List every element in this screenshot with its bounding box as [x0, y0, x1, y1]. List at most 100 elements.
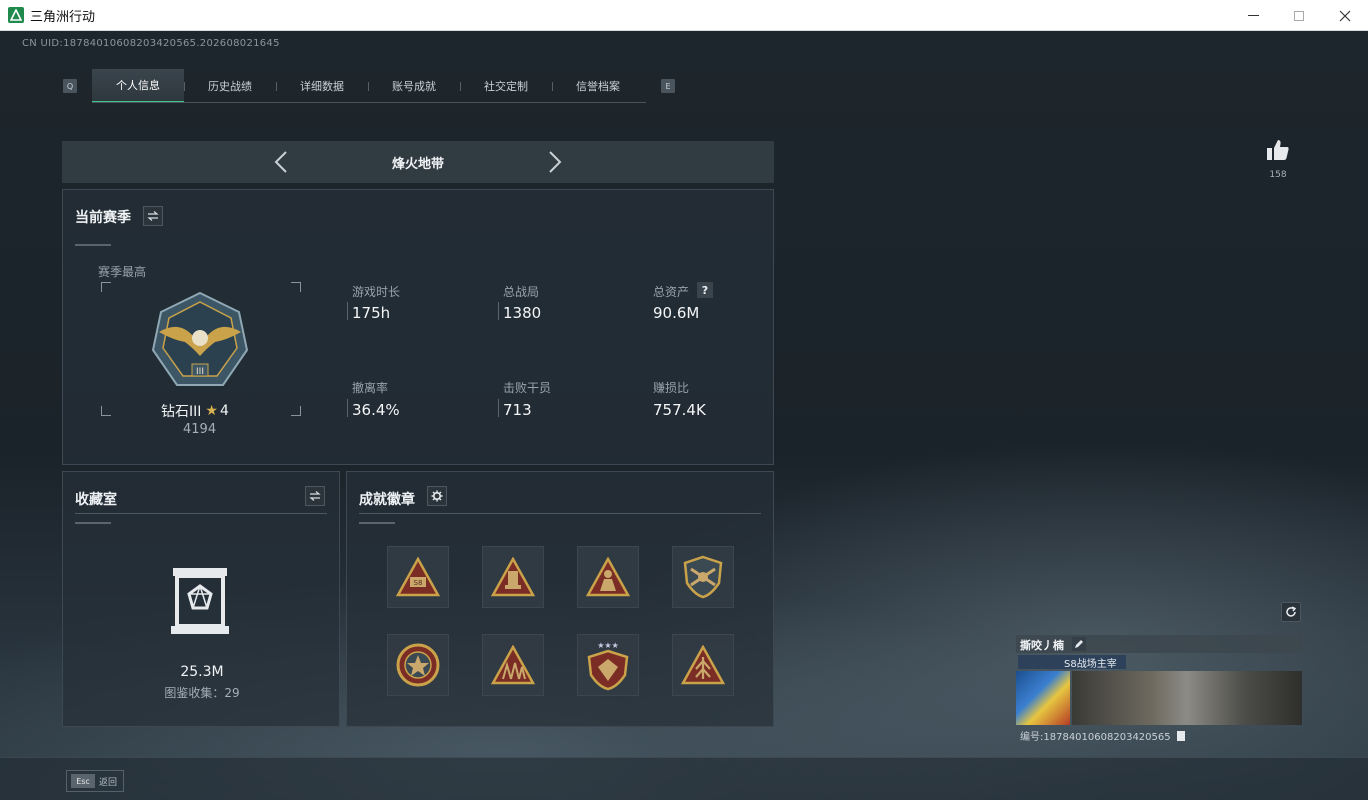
achievement-badge[interactable] — [577, 546, 639, 608]
avatar[interactable] — [1016, 671, 1070, 725]
collection-title-underline — [75, 522, 111, 524]
achievements-divider — [359, 513, 761, 514]
achievements-title: 成就徽章 — [359, 492, 415, 508]
thumbs-up-icon — [1267, 140, 1289, 160]
svg-text:III: III — [196, 367, 204, 377]
frame-corner — [291, 282, 301, 292]
swap-icon — [309, 491, 321, 501]
achievement-badges-panel: 成就徽章 S8 ★★★ — [346, 471, 774, 727]
close-button[interactable] — [1322, 0, 1368, 31]
rank-row: 钻石III ★ 4 — [161, 401, 229, 421]
rank-emblem-icon: III — [151, 291, 249, 386]
refresh-card-button[interactable] — [1281, 602, 1301, 622]
tab-account-achievements[interactable]: 账号成就 — [368, 69, 460, 103]
collection-switch-button[interactable] — [305, 486, 325, 506]
tab-history[interactable]: 历史战绩 — [184, 69, 276, 103]
swap-icon — [147, 211, 159, 221]
help-icon[interactable]: ? — [697, 282, 713, 298]
achievement-badge[interactable] — [482, 634, 544, 696]
rank-name: 钻石III — [161, 404, 202, 420]
tab-reputation[interactable]: 信誉档案 — [552, 69, 644, 103]
tab-detailed-data[interactable]: 详细数据 — [276, 69, 368, 103]
stat-value-kills: 713 — [503, 401, 532, 419]
bottom-bar: Esc 返回 — [0, 757, 1368, 800]
collection-value: 25.3M — [180, 664, 224, 680]
current-season-panel: 当前赛季 赛季最高 III 钻石III ★ 4 4194 游戏时长 175h 总… — [62, 189, 774, 465]
player-id: 编号:18784010608203420565 — [1020, 728, 1185, 743]
achievement-badge[interactable]: S8 — [387, 546, 449, 608]
frame-corner — [101, 406, 111, 416]
mode-selector: 烽火地带 — [62, 141, 774, 183]
player-name: 撕咬丿楠 — [1020, 639, 1064, 652]
achievement-badge[interactable] — [387, 634, 449, 696]
star-icon: ★ — [205, 403, 218, 419]
shield-weapons-badge-icon — [683, 555, 723, 599]
stat-label-playtime: 游戏时长 — [352, 285, 401, 299]
like-button[interactable] — [1266, 139, 1290, 165]
stat-label-assets: 总资产 — [653, 285, 690, 299]
maximize-button[interactable] — [1276, 0, 1322, 31]
stat-divider — [347, 399, 348, 417]
svg-text:★★★: ★★★ — [597, 641, 619, 650]
tab-prev-key[interactable]: Q — [63, 79, 77, 93]
window-titlebar: 三角洲行动 — [0, 0, 1368, 31]
season-switch-button[interactable] — [143, 206, 163, 226]
collection-panel: 收藏室 25.3M 图鉴收集：29 — [62, 471, 340, 727]
tab-social-custom[interactable]: 社交定制 — [460, 69, 552, 103]
rank-stars: 4 — [219, 403, 229, 419]
season-best-label: 赛季最高 — [98, 265, 147, 279]
triangle-soldier-badge-icon — [586, 557, 630, 597]
rank-score: 4194 — [183, 422, 217, 437]
close-icon — [1339, 10, 1351, 21]
round-star-badge-icon — [396, 643, 440, 687]
achievements-title-underline — [359, 522, 395, 524]
tab-personal-info[interactable]: 个人信息 — [92, 69, 184, 103]
stat-label-profit-ratio: 赚损比 — [653, 381, 690, 395]
svg-text:S8: S8 — [414, 579, 423, 587]
app-logo-icon — [8, 7, 24, 23]
uid-text: CN UID:18784010608203420565.202608021645 — [22, 38, 280, 49]
back-label: 返回 — [99, 777, 118, 788]
gear-icon — [431, 490, 443, 502]
tab-underline — [92, 102, 646, 103]
stat-label-kills: 击败干员 — [503, 381, 552, 395]
stat-divider — [498, 302, 499, 320]
pencil-icon — [1075, 640, 1083, 648]
game-area: CN UID:18784010608203420565.202608021645… — [0, 31, 1368, 800]
season-title-underline — [75, 244, 111, 246]
achievement-badge[interactable] — [672, 546, 734, 608]
window-controls — [1230, 0, 1368, 31]
player-title-text: S8战场主宰 — [1064, 658, 1117, 670]
stat-value-profit-ratio: 757.4K — [653, 401, 706, 419]
main-tabbar: Q 个人信息 历史战绩 详细数据 账号成就 社交定制 信誉档案 E — [60, 69, 680, 103]
achievement-badge[interactable] — [672, 634, 734, 696]
player-id-text: 编号:18784010608203420565 — [1020, 732, 1171, 743]
achievement-badge[interactable]: ★★★ — [577, 634, 639, 696]
collection-catalog: 图鉴收集：29 — [164, 686, 240, 700]
tab-next-key[interactable]: E — [661, 79, 675, 93]
player-banner[interactable] — [1072, 671, 1302, 725]
stat-value-extract-rate: 36.4% — [352, 401, 400, 419]
stars-shield-badge-icon: ★★★ — [587, 641, 629, 691]
stat-divider — [347, 302, 348, 320]
mode-next-button[interactable] — [542, 148, 568, 176]
edit-name-button[interactable] — [1072, 637, 1086, 651]
achievements-settings-button[interactable] — [427, 486, 447, 506]
triangle-squad-badge-icon — [491, 645, 535, 685]
collection-divider — [75, 513, 327, 514]
frame-corner — [291, 406, 301, 416]
copy-icon[interactable] — [1176, 731, 1185, 741]
triangle-tower-badge-icon — [491, 557, 535, 597]
stat-value-matches: 1380 — [503, 304, 542, 322]
achievement-badge[interactable] — [482, 546, 544, 608]
triangle-s8-badge-icon: S8 — [396, 557, 440, 597]
minimize-button[interactable] — [1230, 0, 1276, 31]
tab-list: 个人信息 历史战绩 详细数据 账号成就 社交定制 信誉档案 — [92, 69, 644, 103]
player-title-tag: S8战场主宰 — [1018, 655, 1126, 670]
back-button[interactable]: Esc 返回 — [66, 770, 124, 792]
stat-label-extract-rate: 撤离率 — [352, 381, 389, 395]
season-title: 当前赛季 — [75, 210, 131, 226]
chevron-right-icon — [549, 151, 562, 173]
window-title: 三角洲行动 — [30, 9, 96, 25]
stat-divider — [498, 399, 499, 417]
